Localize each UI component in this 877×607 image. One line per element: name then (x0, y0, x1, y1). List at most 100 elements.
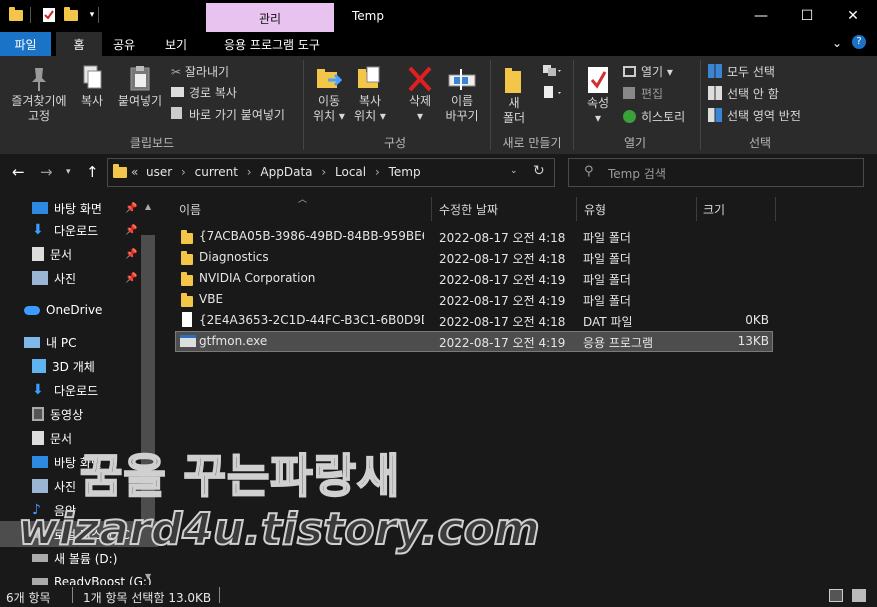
close-button[interactable]: ✕ (830, 0, 876, 32)
pin-icon[interactable]: 📌 (125, 249, 137, 260)
copy-button[interactable]: 복사 (74, 64, 110, 109)
large-icons-view-icon[interactable] (852, 589, 866, 602)
pin-quick-access-button[interactable]: 즐겨찾기에 고정 (4, 64, 74, 124)
column-separator[interactable] (775, 197, 776, 221)
breadcrumb-current[interactable]: current (195, 165, 238, 179)
nav-label: ReadyBoost (G:) (54, 575, 152, 585)
new-item-button[interactable] (540, 62, 564, 83)
nav-item-pictures[interactable]: 사진 (32, 267, 76, 289)
nav-label: 문서 (50, 247, 73, 262)
window-title: Temp (352, 9, 384, 23)
nav-label: 3D 개체 (52, 359, 95, 374)
invert-selection-button[interactable]: 선택 영역 반전 (708, 107, 801, 124)
file-name: {7ACBA05B-3986-49BD-84BB-959BE6... (199, 229, 424, 243)
edit-button[interactable]: 편집 (623, 85, 663, 102)
nav-item-this-pc[interactable]: 내 PC (24, 331, 76, 353)
nav-item-downloads[interactable]: ⬇ 다운로드 (32, 219, 98, 241)
nav-item-pictures[interactable]: 사진 (32, 475, 76, 497)
forward-arrow-icon[interactable]: → (40, 163, 53, 181)
recent-locations-icon[interactable]: ▾ (66, 167, 71, 177)
tab-home[interactable]: 홈 (56, 32, 102, 56)
scroll-down-icon[interactable]: ▼ (145, 572, 151, 581)
cloud-icon (24, 305, 40, 315)
new-folder-quick-icon[interactable] (63, 6, 79, 23)
column-header-modified[interactable]: 수정한 날짜 (439, 197, 498, 221)
table-row[interactable]: {7ACBA05B-3986-49BD-84BB-959BE6... 2022-… (175, 226, 773, 247)
breadcrumb-overflow-icon[interactable]: « (131, 165, 138, 179)
context-tab-manage[interactable]: 관리 (206, 3, 334, 32)
back-arrow-icon[interactable]: ← (12, 163, 25, 181)
nav-item-3d-objects[interactable]: 3D 개체 (32, 355, 95, 377)
maximize-button[interactable]: ☐ (784, 0, 830, 32)
ribbon-separator (700, 60, 701, 150)
column-separator[interactable] (576, 197, 577, 221)
breadcrumb-temp[interactable]: Temp (389, 165, 421, 179)
breadcrumb-separator[interactable]: › (375, 165, 380, 179)
address-dropdown-icon[interactable]: ⌄ (510, 166, 518, 176)
column-header-name[interactable]: 이름 (179, 197, 201, 221)
up-arrow-icon[interactable]: ↑ (86, 163, 99, 181)
breadcrumb-separator[interactable]: › (181, 165, 186, 179)
breadcrumb-separator[interactable]: › (247, 165, 252, 179)
copy-to-button[interactable]: 복사 위치 ▾ (350, 64, 390, 124)
scroll-up-icon[interactable]: ▲ (145, 202, 151, 211)
delete-dropdown-icon[interactable]: ▾ (400, 109, 440, 124)
copy-path-button[interactable]: 경로 복사 (171, 84, 237, 101)
pin-icon[interactable]: 📌 (125, 225, 137, 236)
breadcrumb-appdata[interactable]: AppData (260, 165, 312, 179)
new-folder-button[interactable]: 새 폴더 (498, 64, 530, 126)
column-header-size[interactable]: 크기 (703, 197, 725, 221)
easy-access-button[interactable] (540, 84, 564, 105)
breadcrumb-user[interactable]: user (146, 165, 172, 179)
properties-dropdown-icon[interactable]: ▾ (580, 111, 616, 126)
tab-app-tools[interactable]: 응용 프로그램 도구 (210, 32, 334, 56)
paste-shortcut-label: 바로 가기 붙여넣기 (189, 108, 285, 122)
file-name: Diagnostics (199, 250, 269, 264)
nav-item-documents[interactable]: 문서 (32, 243, 72, 265)
pin-icon[interactable]: 📌 (125, 203, 137, 214)
table-row-selected[interactable]: gtfmon.exe 2022-08-17 오전 4:19 응용 프로그램 13… (175, 331, 773, 352)
minimize-button[interactable]: — (738, 0, 784, 32)
nav-item-onedrive[interactable]: OneDrive (24, 299, 102, 321)
table-row[interactable]: {2E4A3653-2C1D-44FC-B3C1-6B0D9D... 2022-… (175, 310, 773, 331)
open-button[interactable]: 열기 ▾ (623, 63, 673, 80)
table-row[interactable]: VBE 2022-08-17 오전 4:19 파일 폴더 (175, 289, 773, 310)
easy-access-icon (544, 86, 561, 98)
breadcrumb-local[interactable]: Local (335, 165, 366, 179)
table-row[interactable]: Diagnostics 2022-08-17 오전 4:18 파일 폴더 (175, 247, 773, 268)
select-none-button[interactable]: 선택 안 함 (708, 85, 779, 102)
paste-icon (130, 66, 150, 91)
help-icon[interactable]: ? (852, 35, 866, 49)
tab-view[interactable]: 보기 (156, 32, 196, 56)
history-button[interactable]: 히스토리 (623, 108, 685, 125)
column-separator[interactable] (696, 197, 697, 221)
nav-label: 사진 (54, 479, 77, 494)
open-icon (623, 66, 636, 77)
properties-check-icon[interactable] (41, 7, 57, 23)
refresh-icon[interactable]: ↻ (533, 163, 545, 179)
select-all-button[interactable]: 모두 선택 (708, 63, 775, 80)
nav-item-downloads[interactable]: ⬇ 다운로드 (32, 379, 98, 401)
pin-icon[interactable]: 📌 (125, 273, 137, 284)
properties-button[interactable]: 속성 ▾ (580, 64, 616, 126)
column-header-type[interactable]: 유형 (584, 197, 606, 221)
nav-item-readyboost-g[interactable]: ReadyBoost (G:) (32, 571, 152, 585)
folder-icon (181, 230, 193, 244)
rename-button[interactable]: 이름 바꾸기 (442, 64, 482, 124)
delete-button[interactable]: 삭제 ▾ (400, 64, 440, 124)
collapse-ribbon-icon[interactable]: ⌄ (832, 36, 842, 50)
move-to-button[interactable]: 이동 위치 ▾ (309, 64, 349, 124)
paste-button[interactable]: 붙여넣기 (114, 64, 166, 109)
column-separator[interactable] (431, 197, 432, 221)
nav-item-desktop[interactable]: 바탕 화면 (32, 197, 102, 219)
nav-item-videos[interactable]: 동영상 (32, 403, 83, 425)
table-row[interactable]: NVIDIA Corporation 2022-08-17 오전 4:19 파일… (175, 268, 773, 289)
paste-shortcut-button[interactable]: 바로 가기 붙여넣기 (171, 106, 285, 123)
breadcrumb-separator[interactable]: › (321, 165, 326, 179)
tab-file[interactable]: 파일 (0, 32, 51, 56)
tab-share[interactable]: 공유 (106, 32, 142, 56)
details-view-icon[interactable] (829, 589, 843, 602)
cut-button[interactable]: ✂ 잘라내기 (171, 63, 229, 80)
nav-item-documents[interactable]: 문서 (32, 427, 72, 449)
folder-icon (181, 293, 193, 307)
